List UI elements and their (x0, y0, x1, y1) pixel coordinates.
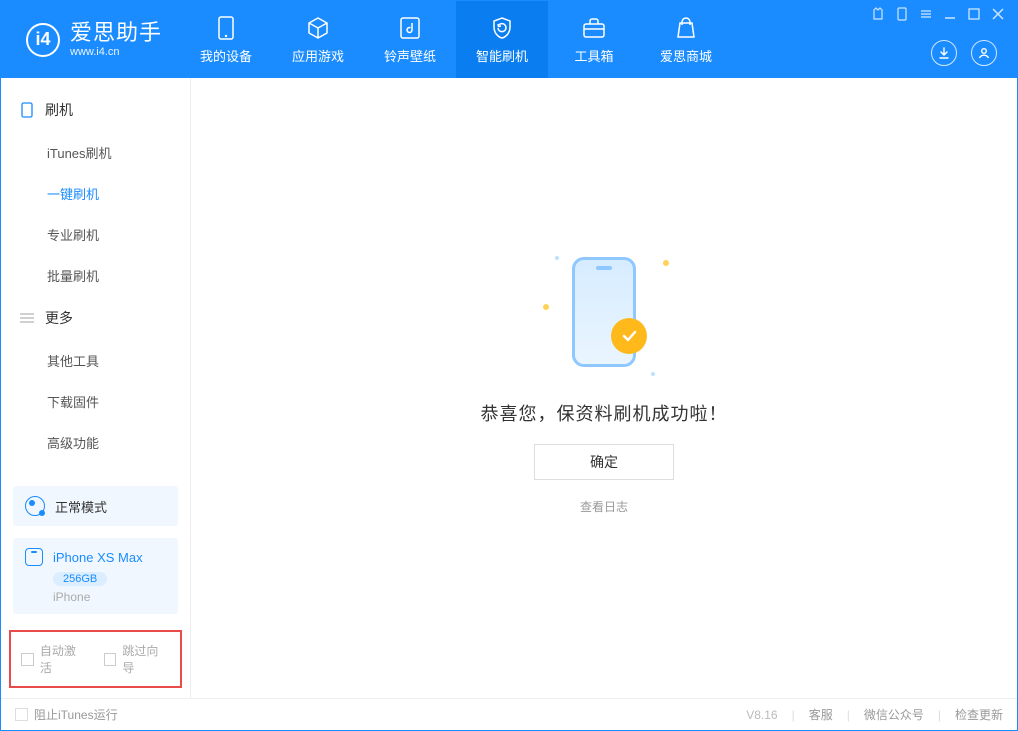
mode-icon (25, 496, 45, 516)
device-capacity-chip: 256GB (53, 572, 107, 586)
sidebar-item-oneclick-flash[interactable]: 一键刷机 (1, 173, 190, 214)
check-badge-icon (611, 318, 647, 354)
sidebar-scroll: 刷机 iTunes刷机 一键刷机 专业刷机 批量刷机 更多 其他工具 下载固件 … (1, 78, 190, 478)
brand-logo-icon: i4 (26, 23, 60, 57)
checkbox-auto-activate[interactable]: 自动激活 (21, 642, 88, 676)
nav-store[interactable]: 爱思商城 (640, 1, 732, 78)
nav-my-device[interactable]: 我的设备 (180, 1, 272, 78)
header-actions (931, 40, 997, 66)
device-icon (213, 15, 239, 41)
footer: 阻止iTunes运行 V8.16 | 客服 | 微信公众号 | 检查更新 (1, 698, 1017, 730)
refresh-shield-icon (489, 15, 515, 41)
nav-label: 我的设备 (200, 46, 252, 65)
nav-label: 智能刷机 (476, 46, 528, 65)
sidebar-group-label: 刷机 (45, 100, 73, 120)
brand: i4 爱思助手 www.i4.cn (1, 1, 180, 78)
separator: | (847, 708, 850, 722)
nav-ringtone-wallpaper[interactable]: 铃声壁纸 (364, 1, 456, 78)
device-type: iPhone (53, 590, 166, 604)
maximize-button[interactable] (967, 7, 981, 21)
sidebar-item-other-tools[interactable]: 其他工具 (1, 340, 190, 381)
checkbox-skip-guide[interactable]: 跳过向导 (104, 642, 171, 676)
store-icon (673, 15, 699, 41)
phone-small-icon (19, 102, 35, 118)
checkbox-icon (104, 653, 117, 666)
footer-link-check-update[interactable]: 检查更新 (955, 706, 1003, 723)
download-button[interactable] (931, 40, 957, 66)
checkbox-label: 跳过向导 (122, 642, 170, 676)
sidebar-group-flash: 刷机 (1, 88, 190, 132)
sidebar: 刷机 iTunes刷机 一键刷机 专业刷机 批量刷机 更多 其他工具 下载固件 … (1, 78, 191, 698)
separator: | (938, 708, 941, 722)
sparkle-icon (555, 256, 559, 260)
sparkle-icon (663, 260, 669, 266)
main-content: 恭喜您，保资料刷机成功啦！ 确定 查看日志 (191, 78, 1017, 698)
phone-illustration (539, 242, 669, 382)
nav-toolbox[interactable]: 工具箱 (548, 1, 640, 78)
sidebar-group-label: 更多 (45, 308, 73, 328)
checkbox-icon (15, 708, 28, 721)
window-controls (871, 7, 1005, 21)
nav-smart-flash[interactable]: 智能刷机 (456, 1, 548, 78)
nav-label: 应用游戏 (292, 46, 344, 65)
nav-label: 爱思商城 (660, 46, 712, 65)
sidebar-item-advanced[interactable]: 高级功能 (1, 422, 190, 463)
sidebar-item-itunes-flash[interactable]: iTunes刷机 (1, 132, 190, 173)
view-log-link[interactable]: 查看日志 (580, 498, 628, 515)
sidebar-group-more: 更多 (1, 296, 190, 340)
brand-text: 爱思助手 www.i4.cn (70, 21, 162, 57)
phone-small-icon[interactable] (895, 7, 909, 21)
success-panel: 恭喜您，保资料刷机成功啦！ 确定 查看日志 (481, 242, 728, 515)
sidebar-item-download-firmware[interactable]: 下载固件 (1, 381, 190, 422)
sidebar-item-batch-flash[interactable]: 批量刷机 (1, 255, 190, 296)
user-button[interactable] (971, 40, 997, 66)
close-button[interactable] (991, 7, 1005, 21)
top-nav: 我的设备 应用游戏 铃声壁纸 智能刷机 (180, 1, 732, 78)
success-message: 恭喜您，保资料刷机成功啦！ (481, 400, 728, 426)
menu-lines-icon (19, 310, 35, 326)
shirt-icon[interactable] (871, 7, 885, 21)
separator: | (792, 708, 795, 722)
nav-label: 工具箱 (575, 46, 614, 65)
checkbox-label: 阻止iTunes运行 (34, 706, 118, 723)
menu-icon[interactable] (919, 7, 933, 21)
highlighted-checkbox-row: 自动激活 跳过向导 (9, 630, 182, 688)
body: 刷机 iTunes刷机 一键刷机 专业刷机 批量刷机 更多 其他工具 下载固件 … (1, 78, 1017, 698)
version-label: V8.16 (746, 708, 777, 722)
footer-right: V8.16 | 客服 | 微信公众号 | 检查更新 (746, 706, 1003, 723)
ok-button[interactable]: 确定 (534, 444, 674, 480)
sparkle-icon (543, 304, 549, 310)
header: i4 爱思助手 www.i4.cn 我的设备 应用游戏 (1, 1, 1017, 78)
mode-label: 正常模式 (55, 497, 107, 516)
footer-link-support[interactable]: 客服 (809, 706, 833, 723)
toolbox-icon (581, 15, 607, 41)
mode-card[interactable]: 正常模式 (13, 486, 178, 526)
sparkle-icon (651, 372, 655, 376)
minimize-button[interactable] (943, 7, 957, 21)
device-card[interactable]: iPhone XS Max 256GB iPhone (13, 538, 178, 614)
nav-apps-games[interactable]: 应用游戏 (272, 1, 364, 78)
device-name: iPhone XS Max (53, 550, 143, 565)
checkbox-icon (21, 653, 34, 666)
nav-label: 铃声壁纸 (384, 46, 436, 65)
device-row: iPhone XS Max (25, 548, 166, 566)
music-file-icon (397, 15, 423, 41)
device-small-icon (25, 548, 43, 566)
footer-link-wechat[interactable]: 微信公众号 (864, 706, 924, 723)
brand-title: 爱思助手 (70, 21, 162, 45)
checkbox-block-itunes[interactable]: 阻止iTunes运行 (15, 706, 118, 723)
cube-icon (305, 15, 331, 41)
app-window: i4 爱思助手 www.i4.cn 我的设备 应用游戏 (0, 0, 1018, 731)
checkbox-label: 自动激活 (40, 642, 88, 676)
brand-subtitle: www.i4.cn (70, 46, 162, 58)
sidebar-item-pro-flash[interactable]: 专业刷机 (1, 214, 190, 255)
